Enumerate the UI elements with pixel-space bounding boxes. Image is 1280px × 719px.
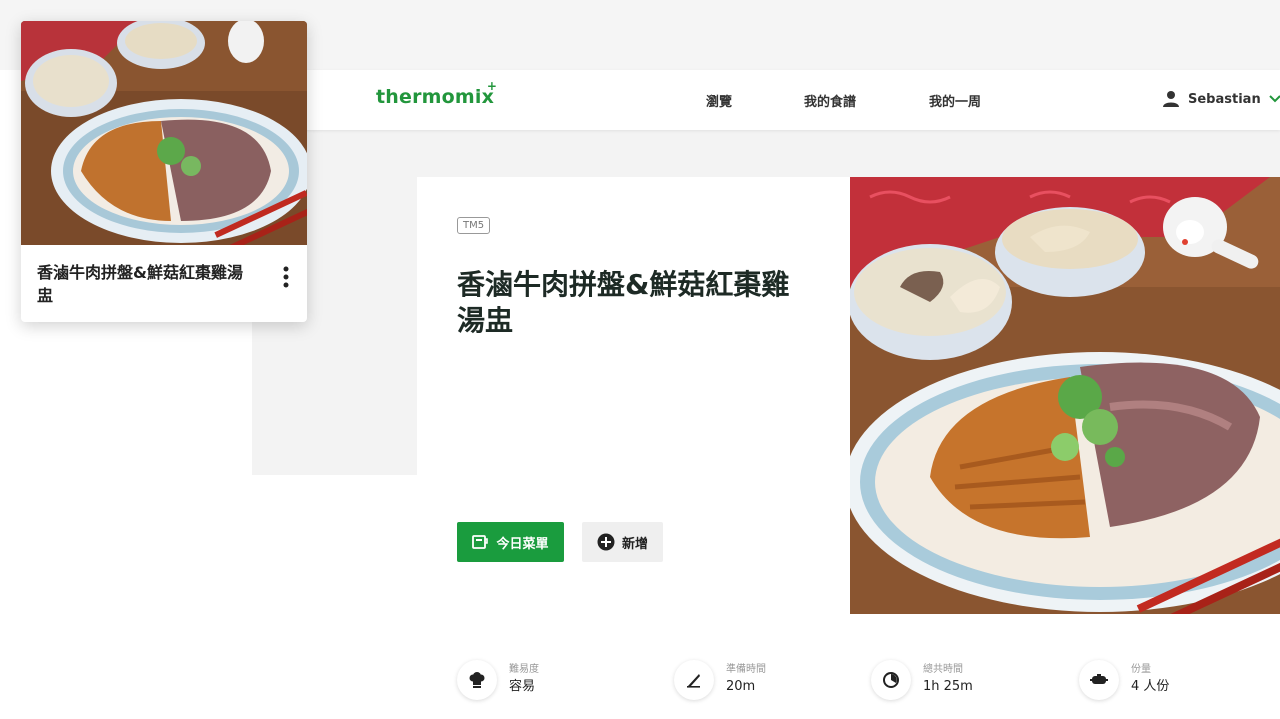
device-badge: TM5 [457, 217, 491, 234]
info-value: 1h 25m [923, 679, 973, 694]
info-label: 份量 [1131, 664, 1151, 675]
info-value: 容易 [509, 679, 536, 694]
nav-my-week[interactable]: 我的一周 [929, 91, 981, 110]
thermomix-logo[interactable]: thermomix + [376, 79, 497, 108]
info-label: 難易度 [509, 664, 539, 675]
recipe-card-title: 香滷牛肉拼盤&鮮菇紅棗雞湯盅 [37, 263, 243, 305]
timer-icon [871, 660, 911, 700]
info-servings: 份量 4 人份 [1079, 660, 1169, 700]
cooking-icon [472, 535, 489, 549]
chef-hat-icon [457, 660, 497, 700]
top-header: thermomix + 瀏覽 我的食譜 我的一周 Sebastian [252, 70, 1280, 130]
recipe-hero-image [850, 177, 1280, 614]
info-prep-time: 準備時間 20m [674, 660, 766, 700]
info-total-time: 總共時間 1h 25m [871, 660, 973, 700]
nav-browse[interactable]: 瀏覽 [706, 91, 732, 110]
knife-icon [674, 660, 714, 700]
logo-text: thermomix [376, 86, 495, 108]
add-button[interactable]: 新增 [582, 522, 663, 562]
nav-my-recipes[interactable]: 我的食譜 [804, 91, 856, 110]
info-label: 準備時間 [726, 664, 766, 675]
more-options-icon[interactable] [279, 265, 293, 289]
info-value: 20m [726, 679, 756, 694]
recipe-card[interactable]: 香滷牛肉拼盤&鮮菇紅棗雞湯盅 [21, 21, 307, 322]
chevron-down-icon [1268, 95, 1280, 103]
recipe-hero-panel: TM5 香滷牛肉拼盤&鮮菇紅棗雞湯盅 今日菜單 新增 [417, 177, 1280, 614]
user-name: Sebastian [1188, 91, 1261, 107]
info-difficulty: 難易度 容易 [457, 660, 539, 700]
serving-dish-icon [1079, 660, 1119, 700]
info-label: 總共時間 [923, 664, 963, 675]
info-value: 4 人份 [1131, 679, 1170, 694]
logo-plus-icon: + [486, 79, 498, 93]
user-icon [1163, 91, 1179, 107]
user-menu[interactable]: Sebastian [1162, 90, 1280, 108]
add-circle-icon [597, 533, 615, 551]
today-menu-label: 今日菜單 [496, 536, 549, 552]
add-label: 新增 [621, 536, 648, 552]
recipe-title: 香滷牛肉拼盤&鮮菇紅棗雞湯盅 [457, 268, 790, 337]
recipe-card-image [21, 21, 307, 245]
today-menu-button[interactable]: 今日菜單 [457, 522, 564, 562]
